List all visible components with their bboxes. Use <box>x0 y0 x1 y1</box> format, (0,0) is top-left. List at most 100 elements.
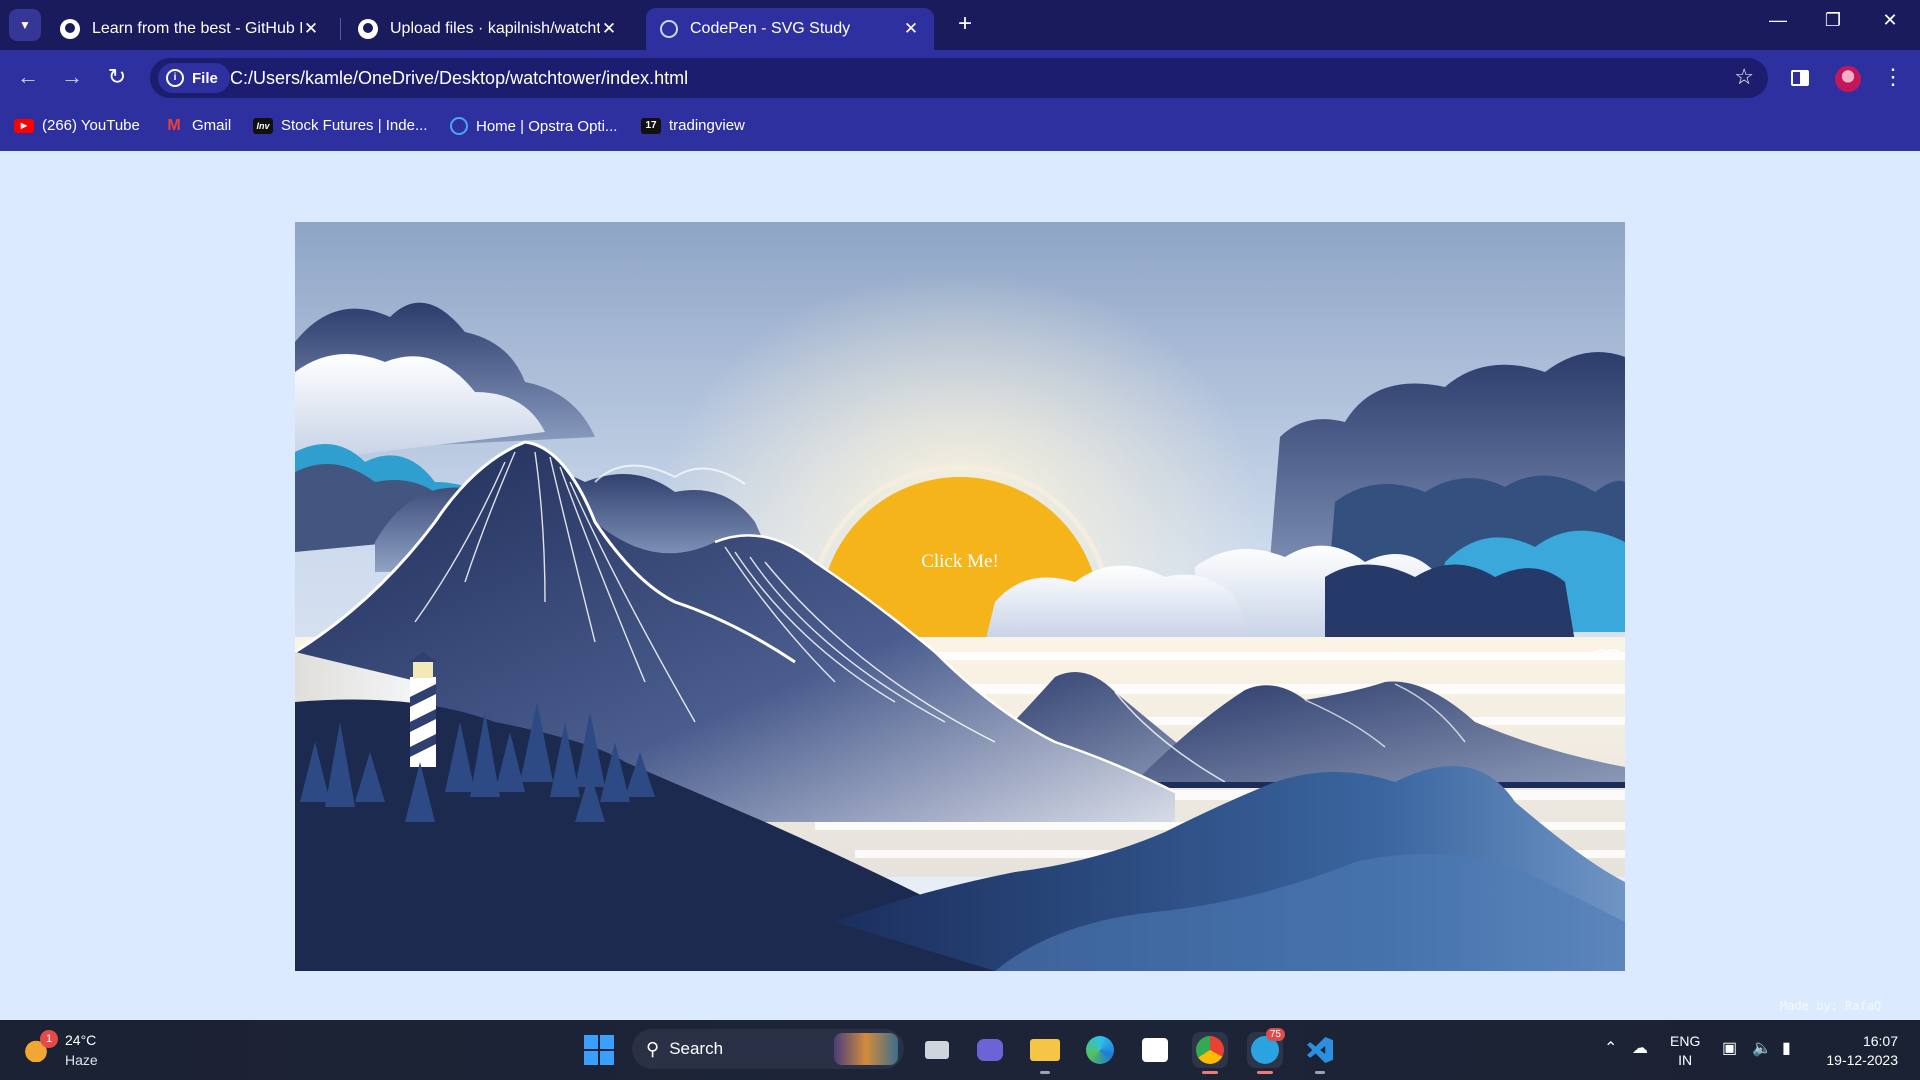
close-window-button[interactable]: ✕ <box>1870 10 1910 31</box>
teams-chat-button[interactable] <box>972 1032 1008 1068</box>
youtube-icon: ▶ <box>14 118 34 133</box>
teams-icon <box>972 1032 1008 1068</box>
plus-icon: + <box>957 10 972 37</box>
telegram-button[interactable]: 75 <box>1247 1028 1285 1074</box>
opstra-icon <box>450 117 468 135</box>
edge-button[interactable] <box>1082 1032 1118 1068</box>
github-icon <box>60 19 80 39</box>
bookmark-gmail[interactable]: M Gmail <box>164 116 232 135</box>
site-info-label: File <box>192 69 218 87</box>
browser-titlebar: ▼ Learn from the best - GitHub Re ✕ Uplo… <box>0 0 1920 50</box>
tab-title: Learn from the best - GitHub Re <box>92 20 302 37</box>
store-button[interactable] <box>1137 1032 1173 1068</box>
back-button[interactable]: ← <box>13 64 43 90</box>
url-text[interactable]: C:/Users/kamle/OneDrive/Desktop/watchtow… <box>230 68 688 89</box>
arrow-right-icon: → <box>61 64 83 89</box>
bookmark-youtube[interactable]: ▶ (266) YouTube <box>14 117 140 134</box>
reload-button[interactable]: ↻ <box>102 64 132 90</box>
close-icon[interactable]: ✕ <box>600 19 618 39</box>
side-panel-icon[interactable] <box>1791 70 1809 86</box>
profile-avatar[interactable] <box>1835 66 1861 92</box>
forward-button[interactable]: → <box>57 64 87 90</box>
address-bar[interactable]: i File C:/Users/kamle/OneDrive/Desktop/w… <box>150 58 1768 98</box>
vscode-button[interactable] <box>1302 1032 1338 1074</box>
store-icon <box>1137 1032 1173 1068</box>
investing-icon: Inv <box>253 117 273 134</box>
tab-github-learn[interactable]: Learn from the best - GitHub Re ✕ <box>46 8 334 50</box>
page-viewport: Click Me! Made by: RafaQ <box>0 151 1920 1020</box>
tab-github-upload[interactable]: Upload files · kapilnish/watchtow ✕ <box>344 8 632 50</box>
task-view-button[interactable] <box>919 1032 955 1068</box>
windows-logo-icon <box>584 1035 598 1049</box>
battery-icon[interactable]: ▮ <box>1782 1038 1791 1058</box>
chrome-icon <box>1192 1032 1228 1068</box>
volume-icon[interactable]: 🔈 <box>1752 1038 1772 1058</box>
bookmark-stock-futures[interactable]: Inv Stock Futures | Inde... <box>253 117 427 134</box>
language-indicator[interactable]: ENG IN <box>1670 1032 1700 1070</box>
lighthouse <box>409 652 437 767</box>
folder-icon <box>1027 1032 1063 1068</box>
tab-codepen-svg-study[interactable]: CodePen - SVG Study ✕ <box>646 8 934 50</box>
bookmark-label: Gmail <box>192 117 232 134</box>
close-icon: ✕ <box>1882 10 1898 30</box>
new-tab-button[interactable]: + <box>950 10 980 38</box>
chevron-up-icon[interactable]: ⌃ <box>1604 1038 1617 1058</box>
watchtower-scene: Click Me! <box>295 222 1625 971</box>
globe-icon <box>660 20 678 38</box>
search-icon: ⚲ <box>646 1038 660 1059</box>
bookmarks-bar: ▶ (266) YouTube M Gmail Inv Stock Future… <box>0 107 1920 151</box>
weather-badge: 1 <box>40 1030 58 1048</box>
close-icon[interactable]: ✕ <box>302 19 320 39</box>
weather-description[interactable]: Haze <box>65 1052 98 1068</box>
windows-taskbar: 1 24°C Haze ⚲ Search 75 ⌃ ☁ ENG IN ▣ 🔈 ▮… <box>0 1020 1920 1080</box>
site-info-chip[interactable]: i File <box>158 63 230 93</box>
bookmark-label: (266) YouTube <box>42 117 140 134</box>
landscape-illustration: Click Me! <box>295 222 1625 971</box>
clock-time: 16:07 <box>1862 1033 1898 1049</box>
edge-icon <box>1082 1032 1118 1068</box>
telegram-unread-badge: 75 <box>1265 1028 1285 1041</box>
more-menu-button[interactable]: ⋮ <box>1880 64 1906 90</box>
bookmark-label: Home | Opstra Opti... <box>476 117 618 135</box>
github-icon <box>358 19 378 39</box>
search-label: Search <box>669 1039 724 1058</box>
minimize-button[interactable]: — <box>1758 10 1798 31</box>
language-code: ENG <box>1670 1033 1701 1049</box>
clock-date: 19-12-2023 <box>1826 1052 1898 1068</box>
restore-button[interactable]: ❐ <box>1813 10 1853 31</box>
bookmark-opstra[interactable]: Home | Opstra Opti... <box>450 117 617 135</box>
task-view-icon <box>919 1032 955 1068</box>
tab-separator <box>340 18 341 40</box>
reload-icon: ↻ <box>107 64 127 89</box>
credit-text: Made by: RafaQ <box>1780 999 1882 1013</box>
tab-title: CodePen - SVG Study <box>690 20 851 37</box>
chevron-down-icon: ▼ <box>19 18 31 32</box>
minimize-icon: — <box>1769 10 1787 30</box>
system-clock[interactable]: 16:07 19-12-2023 <box>1822 1032 1898 1070</box>
tab-search-button[interactable]: ▼ <box>9 9 41 41</box>
language-region: IN <box>1678 1052 1693 1068</box>
tab-title: Upload files · kapilnish/watchtow <box>390 20 600 37</box>
close-icon[interactable]: ✕ <box>902 19 920 39</box>
gmail-icon: M <box>167 116 181 134</box>
arrow-left-icon: ← <box>17 64 39 89</box>
bookmark-star-icon[interactable]: ☆ <box>1734 64 1754 90</box>
start-button[interactable] <box>584 1035 614 1065</box>
more-vertical-icon: ⋮ <box>1882 64 1904 89</box>
tradingview-icon: 17 <box>641 117 661 134</box>
cloud <box>1325 564 1575 642</box>
restore-icon: ❐ <box>1824 10 1842 30</box>
bookmark-label: Stock Futures | Inde... <box>281 117 428 134</box>
info-icon: i <box>166 69 184 87</box>
bookmark-label: tradingview <box>669 117 745 134</box>
network-icon[interactable]: ▣ <box>1722 1038 1737 1058</box>
chrome-button[interactable] <box>1192 1032 1228 1074</box>
file-explorer-button[interactable] <box>1027 1032 1063 1074</box>
vscode-icon <box>1302 1032 1338 1068</box>
search-highlight-art <box>834 1033 898 1065</box>
taskbar-search[interactable]: ⚲ Search <box>632 1029 904 1069</box>
sun-button-label[interactable]: Click Me! <box>921 551 999 572</box>
bookmark-tradingview[interactable]: 17 tradingview <box>641 117 745 134</box>
onedrive-cloud-icon[interactable]: ☁ <box>1632 1038 1648 1058</box>
weather-temperature[interactable]: 24°C <box>65 1032 96 1048</box>
